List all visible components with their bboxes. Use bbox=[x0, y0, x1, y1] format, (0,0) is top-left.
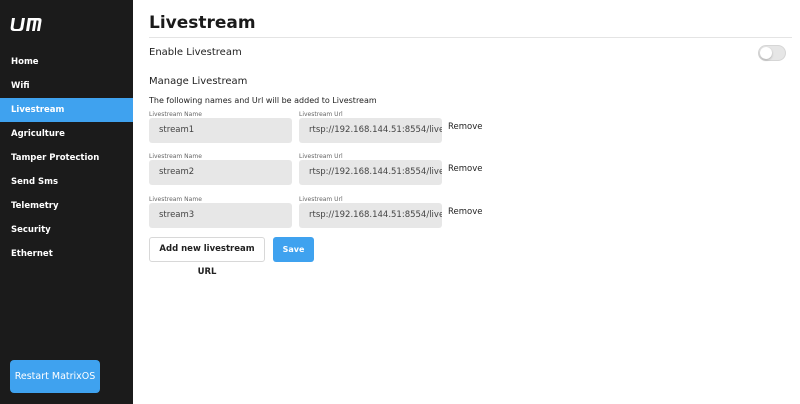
save-button[interactable]: Save bbox=[273, 237, 314, 262]
stream-url-label: Livestream Url bbox=[299, 111, 343, 118]
remove-stream-button[interactable]: Remove bbox=[448, 122, 483, 132]
main-content: Livestream Enable Livestream Manage Live… bbox=[133, 0, 800, 404]
stream-name-label: Livestream Name bbox=[149, 111, 202, 118]
stream-name-label: Livestream Name bbox=[149, 153, 202, 160]
enable-livestream-toggle[interactable] bbox=[758, 45, 786, 61]
enable-livestream-label: Enable Livestream bbox=[149, 47, 242, 58]
sidebar-item-wifi[interactable]: Wifi bbox=[0, 74, 133, 98]
sidebar-item-telemetry[interactable]: Telemetry bbox=[0, 194, 133, 218]
stream-url-label: Livestream Url bbox=[299, 196, 343, 203]
sidebar-item-home[interactable]: Home bbox=[0, 50, 133, 74]
toggle-knob bbox=[760, 47, 772, 59]
title-divider bbox=[149, 37, 792, 38]
stream-name-label: Livestream Name bbox=[149, 196, 202, 203]
stream-url-input[interactable]: rtsp://192.168.144.51:8554/live/2 bbox=[299, 160, 442, 185]
sidebar-item-ethernet[interactable]: Ethernet bbox=[0, 242, 133, 266]
um-logo-icon[interactable] bbox=[10, 16, 42, 32]
stream-name-input[interactable]: stream2 bbox=[149, 160, 292, 185]
remove-stream-button[interactable]: Remove bbox=[448, 164, 483, 174]
sidebar: Home Wifi Livestream Agriculture Tamper … bbox=[0, 0, 133, 404]
sidebar-item-agriculture[interactable]: Agriculture bbox=[0, 122, 133, 146]
restart-matrixos-button[interactable]: Restart MatrixOS bbox=[10, 360, 100, 393]
stream-url-input[interactable]: rtsp://192.168.144.51:8554/live/3 bbox=[299, 203, 442, 228]
sidebar-item-tamper-protection[interactable]: Tamper Protection bbox=[0, 146, 133, 170]
sidebar-item-send-sms[interactable]: Send Sms bbox=[0, 170, 133, 194]
page-title: Livestream bbox=[149, 13, 256, 33]
stream-name-input[interactable]: stream3 bbox=[149, 203, 292, 228]
manage-livestream-heading: Manage Livestream bbox=[149, 76, 248, 87]
sidebar-item-security[interactable]: Security bbox=[0, 218, 133, 242]
remove-stream-button[interactable]: Remove bbox=[448, 207, 483, 217]
stream-url-label: Livestream Url bbox=[299, 153, 343, 160]
add-livestream-url-button[interactable]: Add new livestream URL bbox=[149, 237, 265, 277]
stream-url-input[interactable]: rtsp://192.168.144.51:8554/live/1 bbox=[299, 118, 442, 143]
stream-name-input[interactable]: stream1 bbox=[149, 118, 292, 143]
livestream-description: The following names and Url will be adde… bbox=[149, 96, 377, 105]
sidebar-item-livestream[interactable]: Livestream bbox=[0, 98, 133, 122]
